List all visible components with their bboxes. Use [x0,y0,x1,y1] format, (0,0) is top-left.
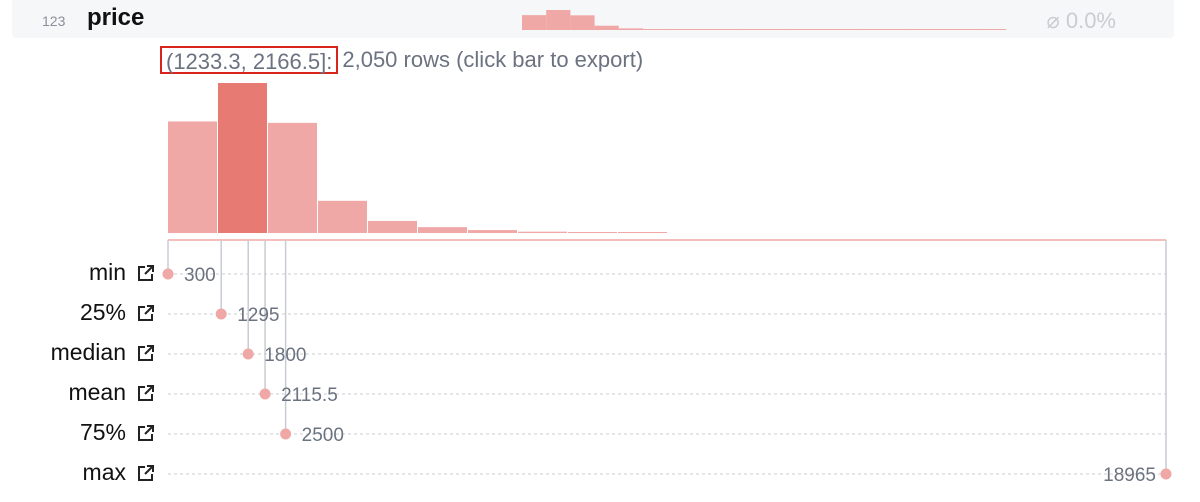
stat-label: 75% [79,419,126,445]
external-link-icon[interactable] [136,383,156,403]
histogram-bar[interactable] [368,220,417,233]
stat-row-0: min [0,259,1200,287]
stat-label: mean [68,379,126,405]
histogram-bar[interactable] [218,83,267,233]
stat-row-4: 75% [0,419,1200,447]
stat-row-1: 25% [0,299,1200,327]
histogram-bar[interactable] [418,227,467,233]
histogram-bar[interactable] [618,232,667,233]
external-link-icon[interactable] [136,343,156,363]
histogram-bar[interactable] [518,231,567,233]
external-link-icon[interactable] [136,423,156,443]
histogram-bar[interactable] [268,122,317,233]
histogram-bar[interactable] [568,232,617,233]
stat-label: 25% [79,299,126,325]
external-link-icon[interactable] [136,263,156,283]
stat-label: median [50,339,126,365]
histogram-bar[interactable] [168,121,217,233]
stat-row-2: median [0,339,1200,367]
external-link-icon[interactable] [136,303,156,323]
histogram-bar[interactable] [468,230,517,233]
stat-row-5: max [0,459,1200,487]
stat-label: max [82,459,126,485]
stat-label: min [88,259,126,285]
stat-row-3: mean [0,379,1200,407]
histogram-bar[interactable] [318,200,367,233]
external-link-icon[interactable] [136,463,156,483]
